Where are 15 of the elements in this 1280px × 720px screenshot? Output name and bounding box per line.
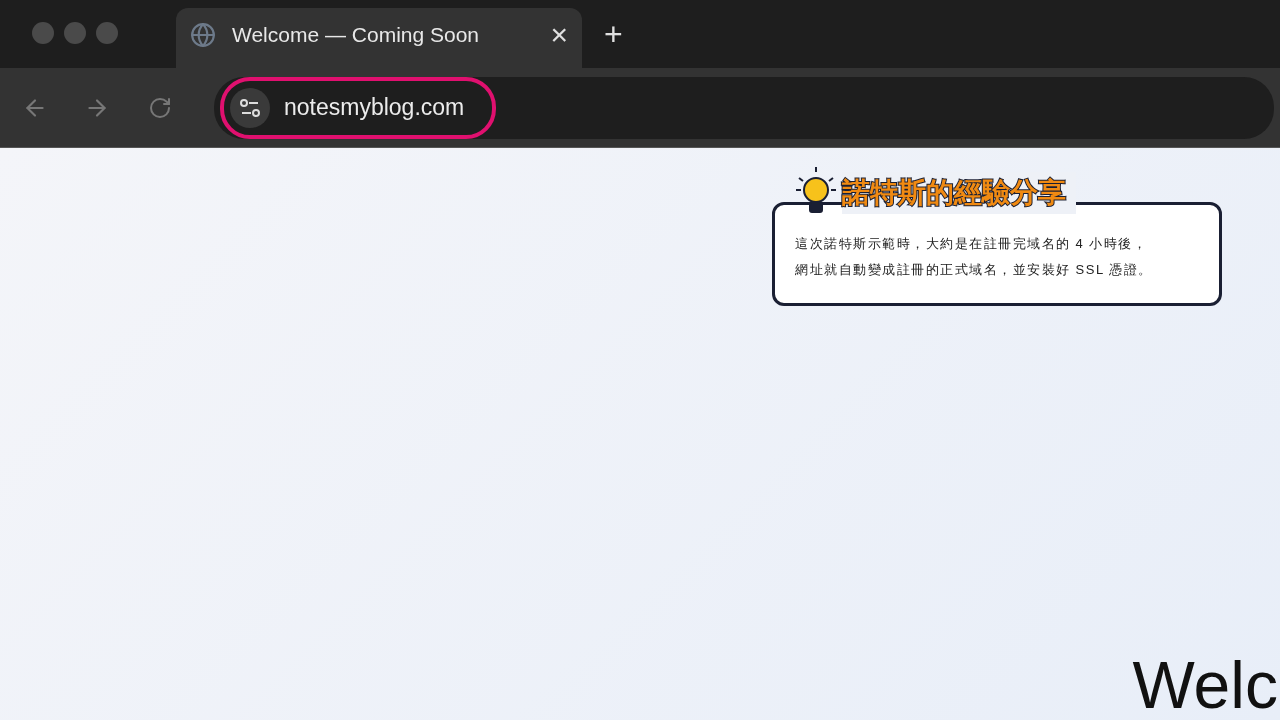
window-control-icon[interactable] — [64, 22, 86, 44]
page-heading: Welc — [1132, 650, 1279, 720]
callout-text: 這次諾特斯示範時，大約是在註冊完域名的 4 小時後， — [795, 235, 1149, 253]
callout-text: 網址就自動變成註冊的正式域名，並安裝好 SSL 憑證。 — [795, 261, 1154, 279]
url-text: notesmyblog.com — [284, 93, 465, 123]
address-bar[interactable]: notesmyblog.com — [214, 76, 1274, 139]
reload-icon[interactable] — [148, 95, 172, 120]
globe-icon — [190, 22, 216, 48]
site-settings-icon[interactable] — [230, 87, 270, 128]
tab-title: Welcome — Coming Soon — [232, 22, 480, 49]
window-control-icon[interactable] — [96, 22, 118, 44]
browser-tab[interactable]: Welcome — Coming Soon × — [176, 8, 582, 68]
close-tab-button[interactable]: × — [550, 20, 568, 50]
window-control-icon[interactable] — [32, 22, 54, 44]
new-tab-button[interactable]: + — [604, 18, 623, 50]
